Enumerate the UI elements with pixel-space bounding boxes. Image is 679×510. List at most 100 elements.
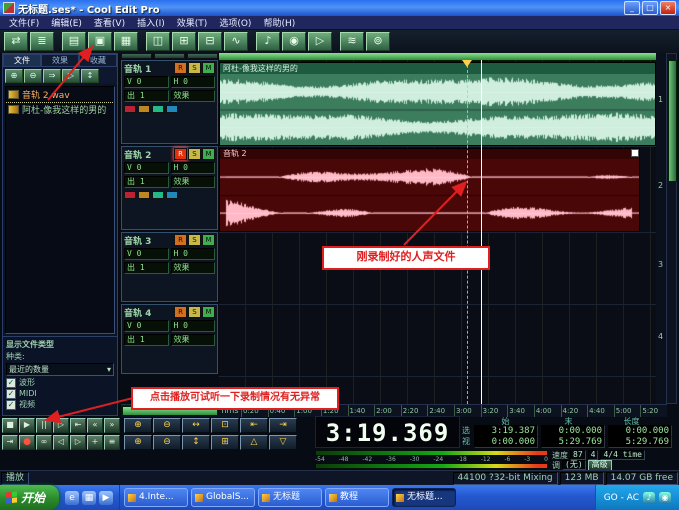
- antivirus-icon[interactable]: ◉: [659, 491, 671, 504]
- fx-field[interactable]: 效果: [170, 334, 215, 346]
- solo-button[interactable]: S: [188, 62, 201, 74]
- zoom-out-icon[interactable]: ⊟: [198, 32, 222, 51]
- solo-button[interactable]: S: [188, 306, 201, 318]
- volume-icon[interactable]: ♪: [643, 491, 655, 504]
- loop-button[interactable]: ∞: [36, 435, 52, 450]
- mute-button[interactable]: M: [202, 148, 215, 160]
- volume-field[interactable]: V 0: [124, 162, 169, 174]
- ie-icon[interactable]: e: [65, 490, 80, 505]
- task-button[interactable]: 无标题...: [392, 488, 457, 507]
- mute-button[interactable]: M: [202, 62, 215, 74]
- playhead[interactable]: [481, 60, 482, 404]
- volume-field[interactable]: V 0: [124, 320, 169, 332]
- clip-music[interactable]: 阿杜-像我这样的男的: [219, 62, 656, 146]
- checkbox[interactable]: ✓: [6, 388, 16, 399]
- options-button[interactable]: ≡: [104, 435, 120, 450]
- sort-dropdown[interactable]: 最近的数量 ▾: [6, 363, 114, 376]
- zoom-up-button[interactable]: △: [240, 435, 268, 450]
- play-button[interactable]: ▶: [19, 418, 35, 433]
- play-icon[interactable]: ▷: [308, 32, 332, 51]
- zoom-down-button[interactable]: ▽: [269, 435, 297, 450]
- fx-field[interactable]: 效果: [170, 176, 215, 188]
- zoom-right-edge-button[interactable]: ⇥: [269, 418, 297, 433]
- zoom-selection-button[interactable]: ⊡: [211, 418, 239, 433]
- fx-field[interactable]: 效果: [170, 262, 215, 274]
- forward-button[interactable]: »: [104, 418, 120, 433]
- pause-button[interactable]: ||: [36, 418, 52, 433]
- level-meter[interactable]: -54 -48 -42 -36 -30 -24 -18 -12 -6 -3 0: [315, 450, 548, 470]
- solo-button[interactable]: S: [188, 234, 201, 246]
- advanced-button[interactable]: 高级: [587, 459, 612, 471]
- menu-item[interactable]: 文件(F): [4, 16, 44, 29]
- play-file-icon[interactable]: ▷: [62, 68, 80, 83]
- zoom-in-icon[interactable]: ⊞: [172, 32, 196, 51]
- volume-field[interactable]: V 0: [124, 76, 169, 88]
- clip-vocal[interactable]: 音轨 2: [219, 148, 640, 232]
- show-desktop-icon[interactable]: ▦: [82, 490, 97, 505]
- new-session-icon[interactable]: ▤: [62, 32, 86, 51]
- record-icon[interactable]: ◉: [282, 32, 306, 51]
- tempo-value[interactable]: 87: [570, 450, 586, 460]
- file-list-item[interactable]: 音轨 2.wav: [6, 87, 114, 103]
- task-button[interactable]: 无标题: [258, 488, 323, 507]
- open-file-icon[interactable]: ▣: [88, 32, 112, 51]
- close-file-icon[interactable]: ⊖: [24, 68, 42, 83]
- loop-icon[interactable]: ♪: [256, 32, 280, 51]
- beats-value[interactable]: 4: [587, 450, 599, 460]
- menu-item[interactable]: 编辑(E): [46, 16, 87, 29]
- zoom-out-horizontal-button[interactable]: ⊖: [153, 418, 181, 433]
- organizer-tab[interactable]: 文件: [3, 54, 41, 67]
- output-field[interactable]: 出 1: [124, 334, 169, 346]
- solo-button[interactable]: S: [188, 148, 201, 160]
- menu-item[interactable]: 选项(O): [214, 16, 256, 29]
- save-session-icon[interactable]: ▦: [114, 32, 138, 51]
- record-arm-button[interactable]: R: [174, 148, 187, 160]
- mixer-icon[interactable]: ◫: [146, 32, 170, 51]
- playhead-marker[interactable]: [462, 60, 472, 67]
- pan-field[interactable]: H 0: [170, 162, 215, 174]
- go-end-button[interactable]: ⇥: [2, 435, 18, 450]
- pan-field[interactable]: H 0: [170, 76, 215, 88]
- import-file-icon[interactable]: ⊕: [5, 68, 23, 83]
- record-arm-button[interactable]: R: [174, 306, 187, 318]
- menu-item[interactable]: 效果(T): [172, 16, 213, 29]
- zoom-in-vertical-button[interactable]: ⊕: [124, 435, 152, 450]
- organizer-tab[interactable]: 收藏: [79, 54, 117, 67]
- output-field[interactable]: 出 1: [124, 90, 169, 102]
- track-name[interactable]: 音轨 3: [124, 234, 173, 247]
- output-field[interactable]: 出 1: [124, 176, 169, 188]
- vertical-scroll-thumb[interactable]: [668, 60, 677, 182]
- fx-field[interactable]: 效果: [170, 90, 215, 102]
- file-list-item[interactable]: 阿杜-像我这样的男的: [6, 102, 114, 117]
- multitrack-view-icon[interactable]: ≣: [30, 32, 54, 51]
- record-arm-button[interactable]: R: [174, 234, 187, 246]
- checkbox[interactable]: ✓: [6, 377, 16, 388]
- zoom-out-vertical-button[interactable]: ⊖: [153, 435, 181, 450]
- minimize-button[interactable]: _: [624, 1, 640, 15]
- record-arm-button[interactable]: R: [174, 62, 187, 74]
- task-button[interactable]: 4.Inte...: [124, 488, 189, 507]
- task-button[interactable]: 教程: [325, 488, 390, 507]
- clip-end-handle[interactable]: [631, 149, 639, 157]
- go-start-button[interactable]: ⇤: [70, 418, 86, 433]
- record-button[interactable]: ●: [19, 435, 35, 450]
- edit-view-toggle-icon[interactable]: ⇄: [4, 32, 28, 51]
- add-cue-button[interactable]: +: [87, 435, 103, 450]
- zoom-all-button[interactable]: ⊞: [211, 435, 239, 450]
- prev-cue-button[interactable]: ◁: [53, 435, 69, 450]
- waveform-icon[interactable]: ∿: [224, 32, 248, 51]
- zoom-full-button[interactable]: ↔: [182, 418, 210, 433]
- zoom-in-horizontal-button[interactable]: ⊕: [124, 418, 152, 433]
- menu-item[interactable]: 查看(V): [89, 16, 130, 29]
- rewind-button[interactable]: «: [87, 418, 103, 433]
- sort-icon[interactable]: ↕: [81, 68, 99, 83]
- close-button[interactable]: ×: [660, 1, 676, 15]
- play-to-end-button[interactable]: ▷: [53, 418, 69, 433]
- task-button[interactable]: GlobalS...: [191, 488, 256, 507]
- pan-field[interactable]: H 0: [170, 248, 215, 260]
- insert-multitrack-icon[interactable]: ⇒: [43, 68, 61, 83]
- next-cue-button[interactable]: ▷: [70, 435, 86, 450]
- key-value[interactable]: (无): [562, 460, 586, 470]
- volume-field[interactable]: V 0: [124, 248, 169, 260]
- mute-button[interactable]: M: [202, 234, 215, 246]
